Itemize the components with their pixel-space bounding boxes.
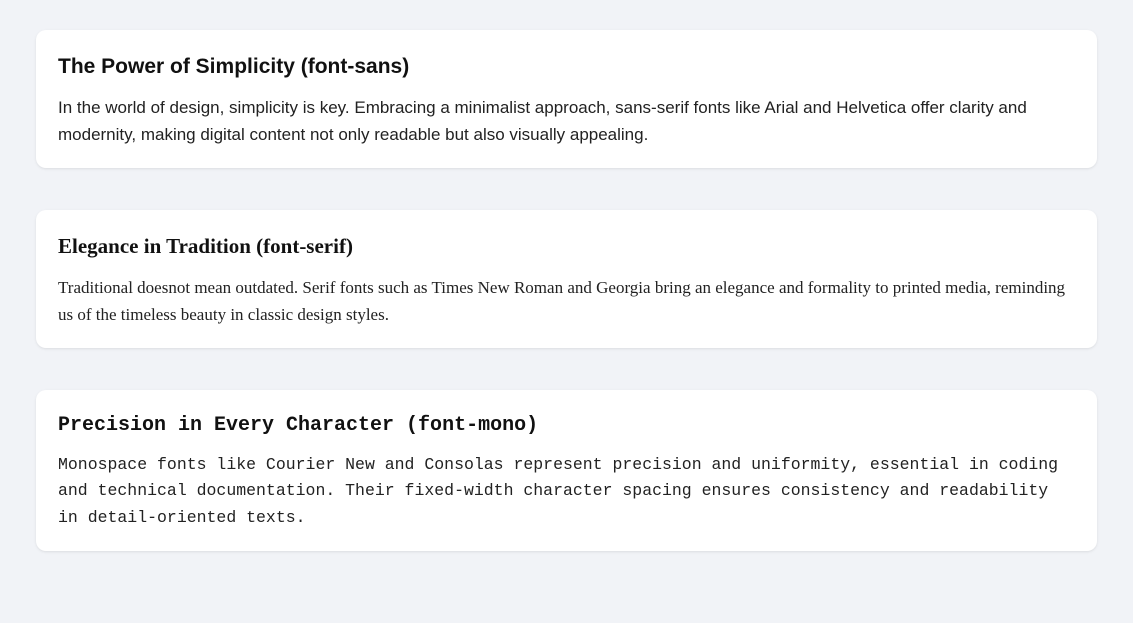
card-mono: Precision in Every Character (font-mono)… xyxy=(36,390,1097,551)
card-sans: The Power of Simplicity (font-sans) In t… xyxy=(36,30,1097,168)
card-serif-body: Traditional doesnot mean outdated. Serif… xyxy=(58,274,1075,328)
card-mono-body: Monospace fonts like Courier New and Con… xyxy=(58,452,1075,531)
card-sans-body: In the world of design, simplicity is ke… xyxy=(58,94,1075,148)
card-mono-title: Precision in Every Character (font-mono) xyxy=(58,410,1075,442)
card-serif: Elegance in Tradition (font-serif) Tradi… xyxy=(36,210,1097,348)
card-serif-title: Elegance in Tradition (font-serif) xyxy=(58,230,1075,264)
card-sans-title: The Power of Simplicity (font-sans) xyxy=(58,50,1075,84)
